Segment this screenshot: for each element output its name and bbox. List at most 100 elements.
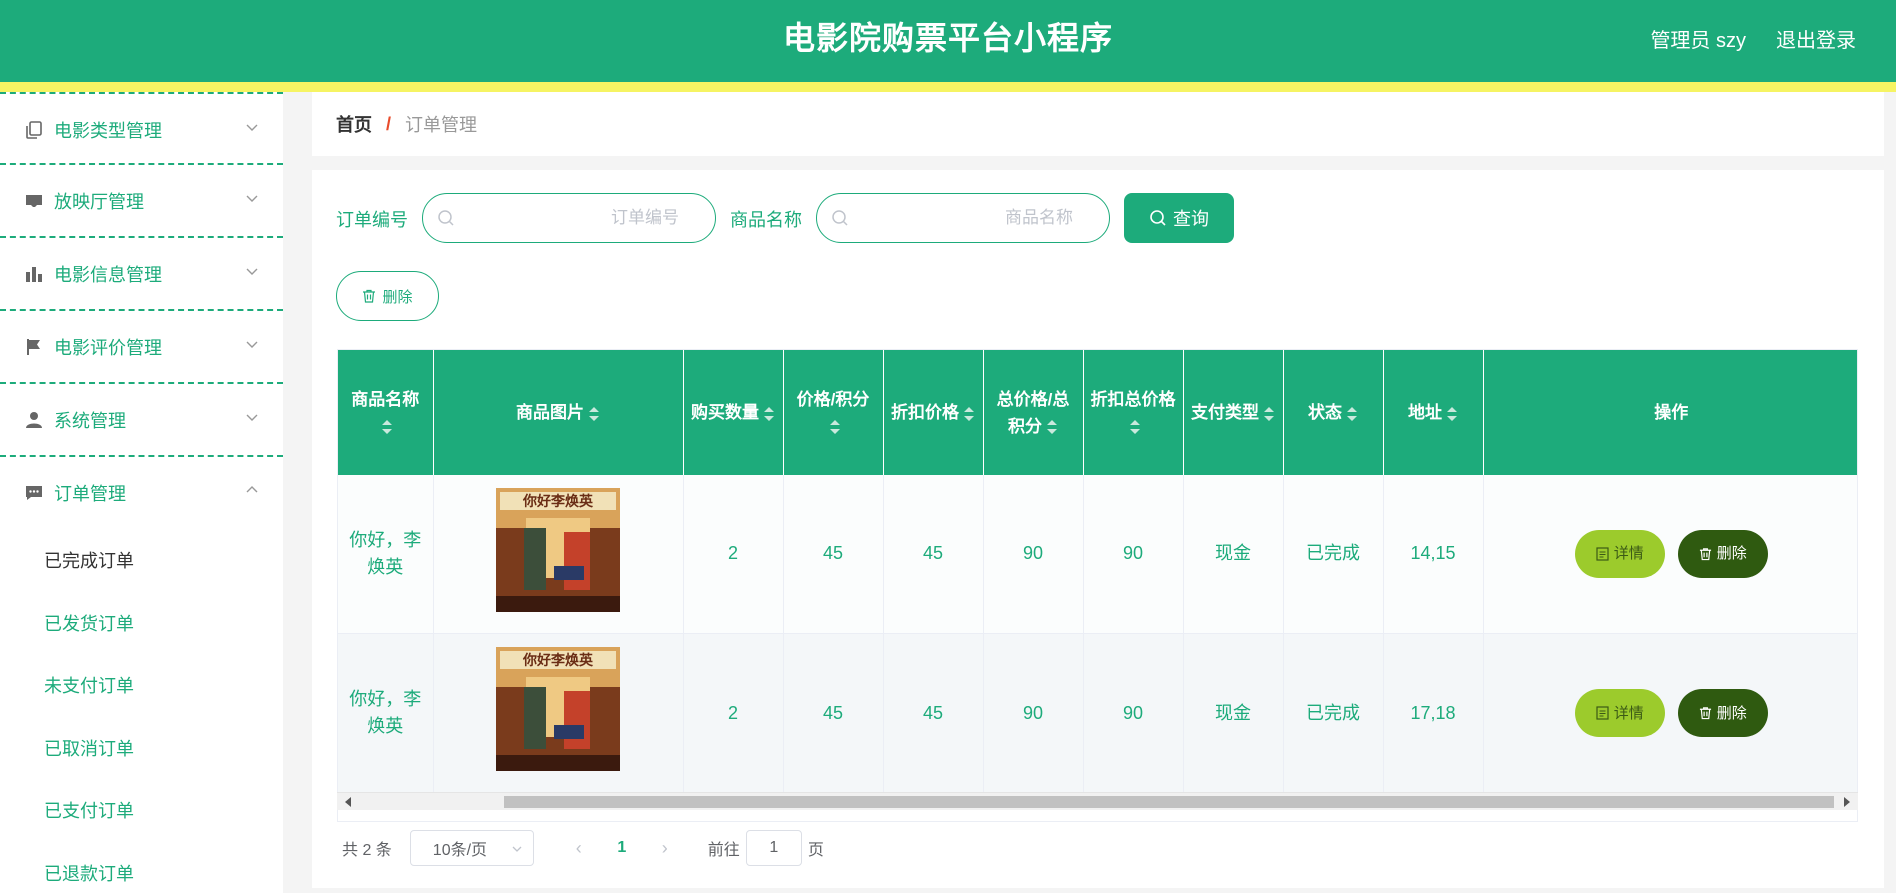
column-header-product-name[interactable]: 商品名称	[338, 350, 434, 475]
column-header-discount-total[interactable]: 折扣总价格	[1083, 350, 1184, 475]
orders-table: 商品名称 商品图片 购买数量 价格/积分 折扣价格 总价格/总积分 折扣总价格 …	[337, 349, 1858, 822]
submenu-item-refunded-orders[interactable]: 已退款订单	[0, 843, 283, 893]
sidebar-group-hall: 放映厅管理	[0, 165, 283, 238]
submenu-item-shipped-orders[interactable]: 已发货订单	[0, 593, 283, 656]
table-row: 你好，李焕英 你好李焕英	[338, 633, 1857, 794]
batch-delete-label: 删除	[382, 288, 413, 306]
cell-product-image: 你好李焕英	[433, 475, 684, 634]
cell-total: 90	[983, 633, 1084, 794]
sidebar-item-label: 电影信息管理	[54, 264, 162, 285]
sidebar-item-hall[interactable]: 放映厅管理	[24, 165, 259, 236]
sort-icon	[1130, 420, 1140, 435]
sort-icon	[1447, 406, 1457, 421]
sort-icon	[1047, 420, 1057, 435]
breadcrumb-home[interactable]: 首页	[336, 111, 372, 137]
logout-link[interactable]: 退出登录	[1776, 24, 1856, 53]
document-icon	[1596, 547, 1609, 561]
goto-page-input[interactable]	[745, 830, 802, 866]
inbox-icon	[24, 191, 44, 211]
pagination: 共 2 条 10条/页 ‹ 1 › 前往 页	[342, 828, 824, 868]
page-number-current[interactable]: 1	[604, 839, 640, 857]
detail-button-label: 详情	[1613, 704, 1644, 722]
next-page-button[interactable]: ›	[650, 838, 680, 859]
horizontal-scrollbar[interactable]	[337, 792, 1858, 810]
chevron-down-icon	[246, 124, 258, 131]
breadcrumb: 首页 / 订单管理	[312, 92, 1884, 156]
scroll-left-arrow-icon[interactable]	[345, 797, 351, 807]
cell-pay-type: 现金	[1183, 475, 1284, 634]
goto-unit-label: 页	[807, 842, 824, 859]
chevron-down-icon	[246, 195, 258, 202]
batch-delete-button[interactable]: 删除	[336, 271, 439, 321]
column-header-status[interactable]: 状态	[1283, 350, 1384, 475]
page-size-select[interactable]: 10条/页	[409, 830, 534, 866]
user-icon	[24, 410, 44, 430]
main-content: 订单编号 商品名称 查询 删除 商品名称 商品图片 购买数量 价格	[312, 170, 1884, 888]
sidebar-item-movie-type[interactable]: 电影类型管理	[24, 94, 259, 165]
column-header-pay-type[interactable]: 支付类型	[1183, 350, 1284, 475]
prev-page-button[interactable]: ‹	[564, 838, 594, 859]
sidebar-item-system[interactable]: 系统管理	[24, 384, 259, 455]
detail-button-label: 详情	[1613, 545, 1644, 563]
column-header-product-image[interactable]: 商品图片	[433, 350, 684, 475]
document-icon	[1596, 706, 1609, 720]
sidebar-group-movie-type: 电影类型管理	[0, 92, 283, 165]
chevron-down-icon	[512, 846, 522, 852]
trash-icon	[1699, 548, 1711, 560]
query-button-label: 查询	[1173, 209, 1209, 229]
current-user-label: 管理员 szy	[1650, 30, 1746, 52]
svg-text:你好李焕英: 你好李焕英	[522, 652, 594, 669]
submenu-item-unpaid-orders[interactable]: 未支付订单	[0, 655, 283, 718]
cell-pay-type: 现金	[1183, 633, 1284, 794]
query-button[interactable]: 查询	[1124, 193, 1234, 243]
column-header-total[interactable]: 总价格/总积分	[983, 350, 1084, 475]
sidebar-group-orders: 订单管理	[0, 457, 283, 530]
cell-status: 已完成	[1283, 633, 1384, 794]
goto-label: 前往	[707, 842, 740, 859]
row-delete-label: 删除	[1716, 704, 1747, 722]
product-name-input[interactable]	[857, 204, 1073, 232]
search-icon	[832, 210, 848, 226]
column-header-quantity[interactable]: 购买数量	[683, 350, 784, 475]
scrollbar-thumb[interactable]	[504, 796, 1834, 808]
column-header-discount-price[interactable]: 折扣价格	[883, 350, 984, 475]
column-header-address[interactable]: 地址	[1383, 350, 1484, 475]
cell-product-image: 你好李焕英	[433, 633, 684, 794]
column-header-price[interactable]: 价格/积分	[783, 350, 884, 475]
breadcrumb-current: 订单管理	[405, 115, 478, 135]
search-icon	[438, 210, 454, 226]
cell-status: 已完成	[1283, 475, 1384, 634]
cell-quantity: 2	[683, 633, 784, 794]
submenu-item-cancelled-orders[interactable]: 已取消订单	[0, 718, 283, 781]
cell-total: 90	[983, 475, 1084, 634]
sidebar-item-orders[interactable]: 订单管理	[24, 457, 259, 528]
chevron-up-icon	[246, 486, 258, 493]
copy-icon	[24, 120, 44, 140]
sidebar-item-review[interactable]: 电影评价管理	[24, 311, 259, 382]
cell-price: 45	[783, 633, 884, 794]
order-no-input[interactable]	[463, 204, 679, 232]
scroll-right-arrow-icon[interactable]	[1844, 797, 1850, 807]
cell-quantity: 2	[683, 475, 784, 634]
row-delete-button[interactable]: 删除	[1677, 689, 1768, 737]
sidebar-group-review: 电影评价管理	[0, 311, 283, 384]
cell-product-name: 你好，李焕英	[338, 633, 434, 794]
submenu-item-completed-orders[interactable]: 已完成订单	[0, 530, 283, 593]
cell-discount-price: 45	[883, 633, 984, 794]
table-row: 你好，李焕英 你好李焕英	[338, 475, 1857, 634]
detail-button[interactable]: 详情	[1574, 529, 1665, 578]
cell-discount-total: 90	[1083, 475, 1184, 634]
chevron-down-icon	[246, 341, 258, 348]
sidebar-item-movie-info[interactable]: 电影信息管理	[24, 238, 259, 309]
cell-address: 17,18	[1383, 633, 1484, 794]
sidebar-item-label: 放映厅管理	[54, 191, 144, 212]
sort-icon	[382, 420, 393, 435]
submenu-item-paid-orders[interactable]: 已支付订单	[0, 780, 283, 843]
sort-icon	[764, 406, 774, 421]
orders-submenu: 已完成订单 已发货订单 未支付订单 已取消订单 已支付订单 已退款订单	[0, 530, 283, 893]
bar-chart-icon	[24, 264, 44, 284]
cell-discount-price: 45	[883, 475, 984, 634]
header-accent-stripe	[0, 82, 1896, 92]
row-delete-button[interactable]: 删除	[1677, 529, 1768, 578]
detail-button[interactable]: 详情	[1574, 689, 1665, 737]
